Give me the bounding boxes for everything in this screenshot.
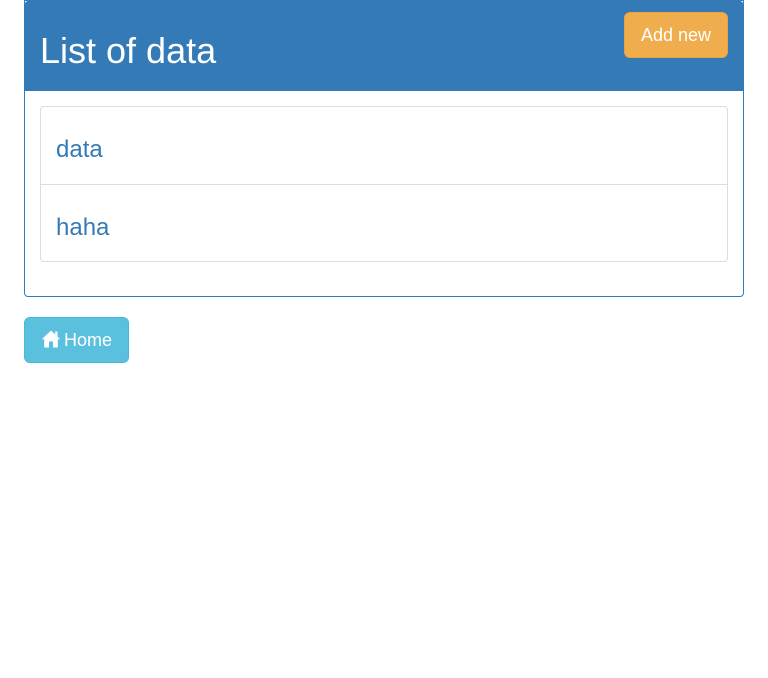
panel-body: data haha [25,91,743,277]
data-list: data haha [40,106,728,262]
list-item: haha [41,184,727,261]
data-list-panel: List of data Add new data haha [24,0,744,297]
panel-heading: List of data Add new [25,1,743,91]
list-item-link[interactable]: data [56,127,103,164]
list-item-link[interactable]: haha [56,205,109,242]
home-button-label: Home [63,329,112,350]
home-icon [41,329,61,349]
add-new-button[interactable]: Add new [624,12,728,58]
home-button[interactable]: Home [24,317,129,363]
page-title: List of data [40,30,217,71]
list-item: data [41,107,727,184]
